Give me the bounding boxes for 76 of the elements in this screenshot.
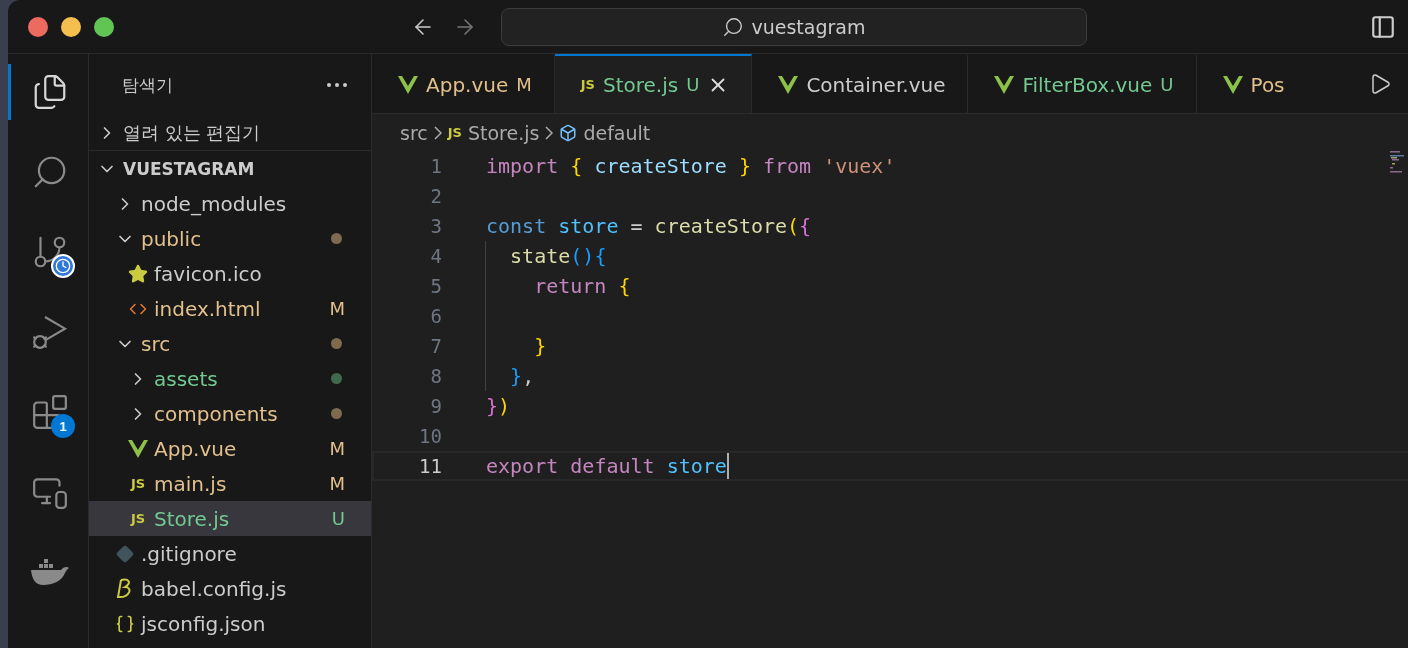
- code-line: state(){: [509, 243, 607, 270]
- vue-logo-icon: [778, 75, 799, 94]
- vue-logo-icon: [994, 75, 1015, 94]
- extensions-activity-button[interactable]: 1: [8, 384, 88, 440]
- vue-logo-icon: [398, 75, 418, 94]
- extensions-icon: [30, 393, 69, 431]
- chevron-icon: [433, 125, 442, 140]
- cube-icon: [559, 123, 578, 142]
- git-status-letter: U: [686, 74, 700, 95]
- explorer-title: 탐색기: [122, 73, 173, 97]
- folder-tree-item[interactable]: src: [89, 326, 371, 361]
- line-number: 8: [429, 365, 442, 387]
- file-tree-item[interactable]: App.vue M: [89, 431, 371, 466]
- code-line: }: [533, 333, 547, 360]
- line-number: 4: [429, 245, 442, 267]
- more-actions-button[interactable]: [327, 83, 347, 87]
- project-section[interactable]: VUESTAGRAM: [89, 151, 371, 186]
- search-text: vuestagram: [751, 15, 866, 38]
- line-number: 1: [429, 155, 442, 177]
- code-line: return {: [533, 273, 631, 300]
- close-window-button[interactable]: [28, 16, 48, 37]
- chevron-icon: [545, 125, 554, 140]
- js-file-icon: JS: [130, 476, 146, 491]
- braces-icon: [115, 613, 135, 634]
- js-file-icon: JS: [447, 125, 462, 140]
- toggle-sidebar-button[interactable]: [1370, 13, 1396, 40]
- folder-tree-item[interactable]: node_modules: [89, 186, 371, 221]
- git-status-letter: U: [331, 508, 345, 529]
- line-number: 2: [429, 185, 442, 207]
- command-center-search[interactable]: vuestagram: [500, 7, 1087, 46]
- line-number: 7: [429, 335, 442, 357]
- folder-tree-item[interactable]: components: [89, 396, 371, 431]
- vue-logo-icon: [128, 439, 148, 458]
- line-number: 5: [429, 275, 442, 297]
- git-status-letter: M: [329, 438, 345, 459]
- open-editors-section[interactable]: 열려 있는 편집기: [89, 116, 371, 151]
- code-line: }): [486, 393, 511, 420]
- code-line: },: [509, 363, 535, 390]
- count-badge: 1: [51, 414, 75, 438]
- code-line: export default store: [486, 453, 727, 480]
- line-number: 11: [418, 455, 442, 477]
- git-status-letter: M: [329, 298, 345, 319]
- breadcrumb-item[interactable]: default: [559, 121, 651, 144]
- file-tree-item[interactable]: babel.config.js: [89, 571, 371, 606]
- file-tree-item[interactable]: .gitignore: [89, 536, 371, 571]
- minimap-drawing: [1390, 151, 1404, 173]
- git-status-letter: M: [516, 74, 532, 95]
- minimize-window-button[interactable]: [61, 16, 81, 37]
- clock-icon: [51, 254, 75, 278]
- file-tree-item[interactable]: index.html M: [89, 291, 371, 326]
- diamond-icon: [116, 544, 134, 563]
- folder-tree-item[interactable]: public: [89, 221, 371, 256]
- vue-logo-icon: [1222, 75, 1243, 94]
- line-number: 10: [418, 425, 442, 447]
- file-tree-item[interactable]: JS main.js M: [89, 466, 371, 501]
- line-number: 6: [429, 305, 442, 327]
- line-number: 3: [429, 215, 442, 237]
- file-tree-item[interactable]: jsconfig.json: [89, 606, 371, 641]
- file-tree-item[interactable]: JS Store.js U: [89, 501, 371, 536]
- git-status-letter: U: [1160, 74, 1174, 95]
- editor-tab[interactable]: JS Store.js U: [554, 54, 753, 113]
- maximize-window-button[interactable]: [94, 16, 114, 37]
- git-status-letter: M: [329, 473, 345, 494]
- js-file-icon: JS: [580, 77, 595, 92]
- file-tree-item[interactable]: favicon.ico: [89, 256, 371, 291]
- folder-tree-item[interactable]: assets: [89, 361, 371, 396]
- breadcrumb-item[interactable]: src: [400, 121, 428, 144]
- ellipsis-icon: [327, 83, 347, 87]
- line-number: 9: [429, 395, 442, 417]
- js-file-icon: JS: [130, 511, 146, 526]
- code-line: import { createStore } from 'vuex': [486, 153, 896, 180]
- star-icon: [128, 263, 148, 284]
- search-icon: [721, 15, 744, 38]
- whale-icon: [29, 558, 70, 586]
- code-line: const store = createStore({: [486, 213, 812, 240]
- breadcrumb-item[interactable]: JS Store.js: [447, 121, 540, 144]
